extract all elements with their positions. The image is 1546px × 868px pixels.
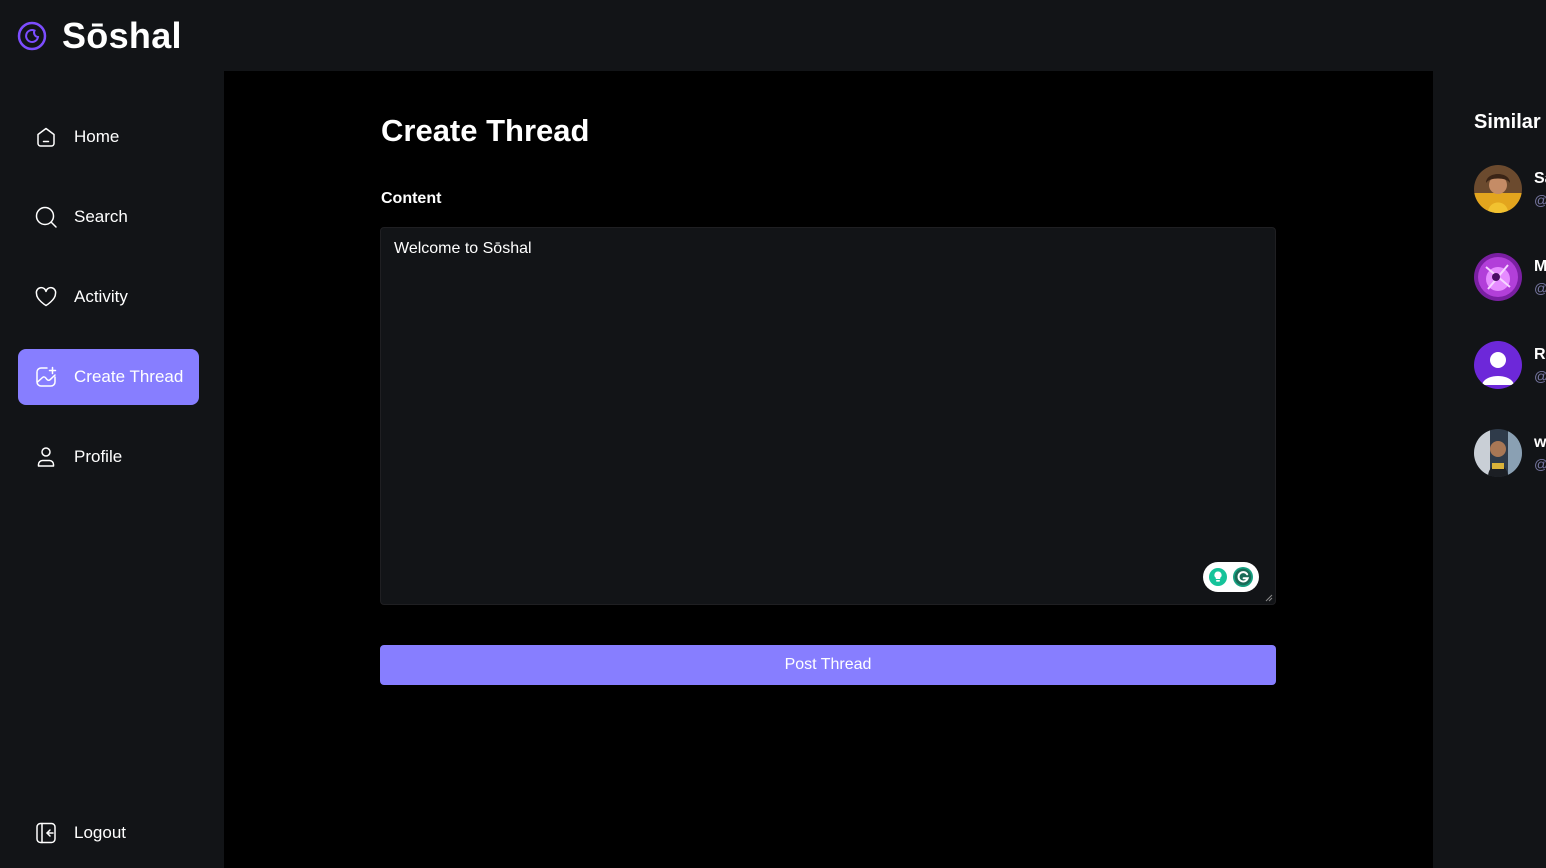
lightbulb-icon[interactable] bbox=[1208, 567, 1228, 587]
avatar[interactable] bbox=[1474, 429, 1522, 477]
default-user-avatar-icon bbox=[1474, 341, 1522, 389]
user-name: w bbox=[1534, 434, 1546, 451]
avatar[interactable] bbox=[1474, 165, 1522, 213]
grammarly-widget[interactable] bbox=[1203, 562, 1259, 592]
photo-avatar-icon bbox=[1474, 429, 1522, 477]
right-sidebar: Similar Sa @ M bbox=[1433, 71, 1546, 868]
user-handle: @ bbox=[1534, 280, 1546, 296]
sidebar-item-label: Activity bbox=[74, 287, 128, 306]
home-icon bbox=[37, 127, 55, 147]
similar-users-title: Similar bbox=[1474, 111, 1541, 133]
sidebar-item-home[interactable]: Home bbox=[18, 109, 199, 165]
logout-label: Logout bbox=[74, 823, 126, 842]
user-card[interactable]: w @ bbox=[1474, 429, 1546, 477]
user-handle: @ bbox=[1534, 456, 1546, 472]
logout-icon bbox=[36, 822, 56, 844]
sidebar-item-search[interactable]: Search bbox=[18, 189, 199, 245]
user-name: M bbox=[1534, 258, 1546, 275]
user-card[interactable]: Rc @ bbox=[1474, 341, 1546, 389]
logout-button[interactable]: Logout bbox=[18, 805, 199, 861]
sidebar-item-profile[interactable]: Profile bbox=[18, 429, 199, 485]
resize-handle-icon[interactable] bbox=[1265, 594, 1273, 602]
sidebar-item-label: Profile bbox=[74, 447, 123, 466]
sidebar-item-label: Home bbox=[74, 127, 120, 146]
user-card[interactable]: M @ bbox=[1474, 253, 1546, 301]
logo-icon[interactable] bbox=[17, 21, 47, 51]
content-label: Content bbox=[381, 190, 442, 207]
user-icon bbox=[37, 447, 55, 467]
create-thread-icon bbox=[36, 366, 57, 387]
user-handle: @ bbox=[1534, 368, 1546, 384]
sidebar-item-label: Create Thread bbox=[74, 367, 184, 386]
sidebar-item-create-thread[interactable]: Create Thread bbox=[18, 349, 199, 405]
user-handle: @ bbox=[1534, 192, 1546, 208]
grammarly-icon[interactable] bbox=[1232, 566, 1254, 588]
top-bar: Sōshal bbox=[0, 0, 1546, 71]
search-icon bbox=[35, 206, 57, 228]
avatar[interactable] bbox=[1474, 253, 1522, 301]
user-card[interactable]: Sa @ bbox=[1474, 165, 1546, 213]
photo-avatar-icon bbox=[1474, 165, 1522, 213]
main-content: Create Thread Content Welcome to Sōshal … bbox=[224, 71, 1433, 868]
left-sidebar: Home Search Activity Create Thread Profi… bbox=[0, 71, 224, 868]
sidebar-item-label: Search bbox=[74, 207, 128, 226]
heart-icon bbox=[35, 286, 57, 307]
user-name: Sa bbox=[1534, 170, 1546, 187]
post-thread-button[interactable]: Post Thread bbox=[380, 645, 1276, 685]
page-title: Create Thread bbox=[381, 113, 590, 148]
sidebar-item-activity[interactable]: Activity bbox=[18, 269, 199, 325]
brand-name[interactable]: Sōshal bbox=[62, 15, 182, 57]
avatar[interactable] bbox=[1474, 341, 1522, 389]
thread-content-input[interactable]: Welcome to Sōshal bbox=[380, 227, 1276, 605]
user-name: Rc bbox=[1534, 346, 1546, 363]
purple-photo-avatar-icon bbox=[1474, 253, 1522, 301]
